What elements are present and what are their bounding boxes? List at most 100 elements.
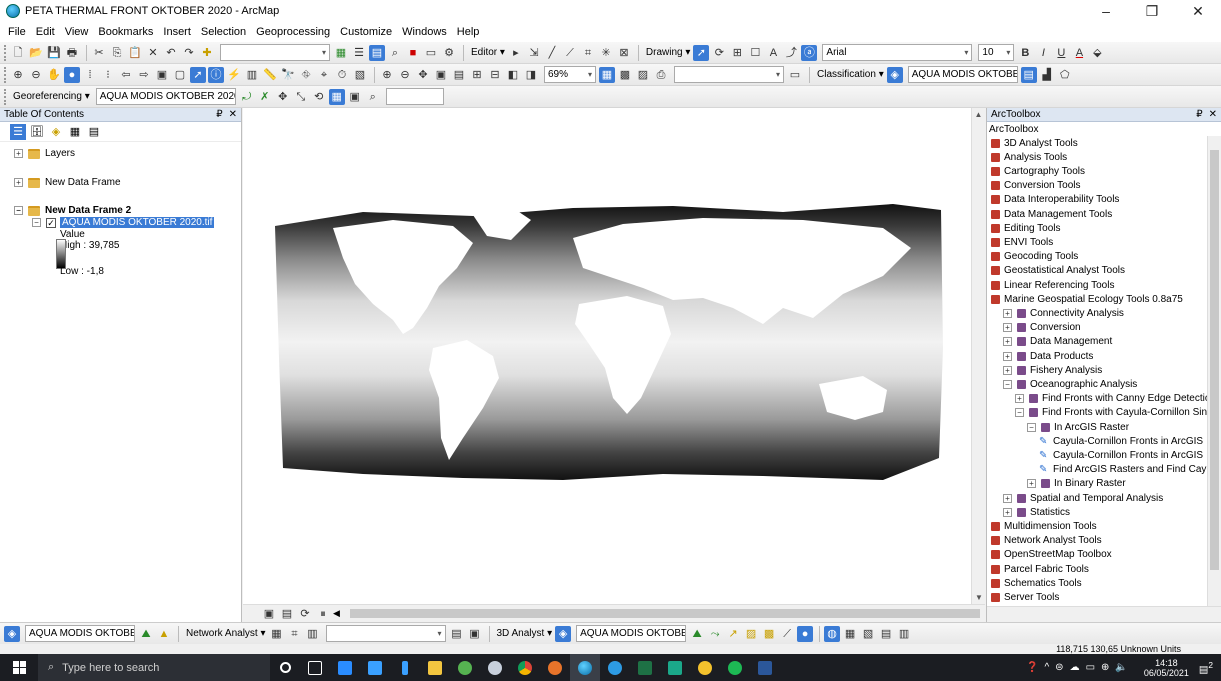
fixed-zoom-in-icon[interactable]: ⁞ [82, 67, 98, 83]
toc-item-layers[interactable]: + Layers [14, 148, 75, 159]
power-icon[interactable] [390, 654, 420, 681]
select-elements-icon[interactable]: ➚ [693, 44, 710, 61]
map-vertical-scrollbar[interactable]: ▲ ▼ [971, 108, 985, 604]
edit-tool-icon[interactable]: ▸ [508, 45, 524, 61]
pan-icon[interactable]: ✋ [46, 67, 62, 83]
layout-view-icon[interactable]: ▤ [279, 606, 295, 622]
menu-view[interactable]: View [65, 26, 89, 38]
toolbox-item[interactable]: Data Interoperability Tools [991, 193, 1119, 207]
map-display[interactable] [243, 108, 971, 604]
classification-layer-combo[interactable]: AQUA MODIS OKTOBER 2C▾ [907, 66, 1018, 83]
print-icon[interactable]: 🖶 [64, 45, 80, 61]
toc-pin-icon[interactable]: ₽ [216, 109, 222, 120]
notifications-icon[interactable]: ▤2 [1199, 660, 1213, 675]
expand-icon[interactable]: + [1003, 323, 1012, 333]
toolbox-item[interactable]: + Fishery Analysis [1003, 363, 1102, 377]
menu-customize[interactable]: Customize [340, 26, 392, 38]
maximize-button[interactable]: ❐ [1129, 3, 1175, 20]
steam-icon[interactable] [480, 654, 510, 681]
steepest-path-icon[interactable]: ⤳ [707, 626, 723, 642]
toolbox-item[interactable]: + Data Products [1003, 349, 1093, 363]
toolbox-item[interactable]: + Conversion [1003, 321, 1081, 335]
trace-icon[interactable]: ⟋ [562, 45, 578, 61]
georef-layer-combo[interactable]: AQUA MODIS OKTOBER 2020.t▾ [95, 88, 236, 105]
scroll-down-icon[interactable]: ▼ [972, 593, 986, 602]
onedrive-icon[interactable]: ☁ [1070, 662, 1080, 673]
list-by-drawing-order-icon[interactable]: ☰ [10, 123, 26, 140]
layout-pan-icon[interactable]: ✥ [415, 67, 431, 83]
find-icon[interactable]: 🔭 [280, 67, 296, 83]
toolbox-item[interactable]: Data Management Tools [991, 207, 1112, 221]
file-explorer-icon[interactable] [420, 654, 450, 681]
arcmap-taskbar-icon[interactable] [570, 654, 600, 681]
toolbox-item[interactable]: Marine Geospatial Ecology Tools 0.8a75 [991, 292, 1183, 306]
toolbox-item[interactable]: + Spatial and Temporal Analysis [1003, 491, 1163, 505]
split-icon[interactable]: ⊠ [616, 45, 632, 61]
layout-fixed-out-icon[interactable]: ⊟ [487, 67, 503, 83]
collapse-icon[interactable]: − [1003, 379, 1012, 389]
font-size-combo[interactable]: 10 ▾ [978, 44, 1015, 61]
language-icon[interactable]: ⊕ [1101, 662, 1109, 673]
dropbox-icon[interactable] [330, 654, 360, 681]
rotate-icon[interactable]: ⟳ [711, 45, 727, 61]
training-sample-icon[interactable]: ▤ [1020, 66, 1037, 83]
find-route-icon[interactable]: ⛗ [298, 67, 314, 83]
toolbox-item[interactable]: Conversion Tools [991, 179, 1081, 193]
close-button[interactable]: ✕ [1175, 3, 1221, 20]
toolbox-horizontal-scrollbar[interactable] [987, 606, 1221, 622]
rectangle-icon[interactable]: ☐ [747, 45, 763, 61]
layout-zoom-out-icon[interactable]: ⊖ [397, 67, 413, 83]
toolbox-item[interactable]: ✎ Find ArcGIS Rasters and Find Cayu [1039, 463, 1212, 477]
fill-color-icon[interactable]: ⬙ [1089, 45, 1105, 61]
sketch-icon[interactable]: ✳ [598, 45, 614, 61]
chrome-icon[interactable] [510, 654, 540, 681]
menu-selection[interactable]: Selection [201, 26, 246, 38]
task-view-icon[interactable] [300, 654, 330, 681]
store-icon[interactable] [360, 654, 390, 681]
volume-icon[interactable]: 🔈 [1115, 662, 1127, 673]
create-viewer-icon[interactable]: ▧ [352, 67, 368, 83]
arcscene-icon[interactable]: ▩ [761, 626, 777, 642]
firefox-icon[interactable] [540, 654, 570, 681]
layer-combo-right[interactable]: AQUA MODIS OKTOBER 2C▾ [576, 625, 687, 642]
georeferencing-menu[interactable]: Georeferencing ▾ [13, 91, 90, 102]
network-layer-combo[interactable]: ▾ [325, 625, 446, 642]
zoom-in-icon[interactable]: ⊕ [10, 67, 26, 83]
new-document-icon[interactable]: 🗋 [10, 45, 26, 61]
time-slider-icon[interactable]: ⏱ [334, 67, 350, 83]
drawing-menu[interactable]: Drawing ▾ [646, 47, 690, 58]
list-by-selection-icon[interactable]: ▦ [67, 124, 83, 140]
zoom-whole-page-icon[interactable]: ⊞ [729, 45, 745, 61]
expand-icon[interactable]: + [1003, 337, 1012, 347]
add-control-points-icon[interactable]: ✗ [257, 89, 273, 105]
zoom-out-icon[interactable]: ⊖ [28, 67, 44, 83]
toolbar-grip[interactable] [4, 44, 7, 61]
toolbox-close-icon[interactable]: ✕ [1209, 109, 1217, 120]
expand-icon[interactable]: + [1003, 308, 1012, 318]
spotify-icon[interactable] [720, 654, 750, 681]
toolbox-item[interactable]: Server Tools [991, 590, 1059, 604]
toolbox-item[interactable]: Linear Referencing Tools [991, 278, 1114, 292]
menu-geoprocessing[interactable]: Geoprocessing [256, 26, 330, 38]
polygon-sample-icon[interactable]: ⬠ [1057, 67, 1073, 83]
expand-icon[interactable]: + [1003, 351, 1012, 361]
collapse-icon[interactable]: − [1015, 408, 1024, 418]
layer-name[interactable]: AQUA MODIS OKTOBER 2020.tif [60, 217, 215, 228]
toolbox-item[interactable]: Multidimension Tools [991, 519, 1097, 533]
rotate-raster-icon[interactable]: ⤾ [239, 89, 255, 105]
toolbox-item[interactable]: Geostatistical Analyst Tools [991, 264, 1125, 278]
expand-icon[interactable]: + [1003, 507, 1012, 517]
hyperlink-icon[interactable]: ⚡ [226, 67, 242, 83]
expand-icon[interactable]: + [1003, 365, 1012, 375]
yellow-app-icon[interactable] [690, 654, 720, 681]
help-icon[interactable]: ❓ [1026, 662, 1038, 673]
toolbox-item[interactable]: ✎ Cayula-Cornillon Fronts in ArcGIS [1039, 448, 1203, 462]
viewer-icon[interactable]: ▣ [347, 89, 363, 105]
toc-layer-aqua-modis[interactable]: − ✓ AQUA MODIS OKTOBER 2020.tif [32, 217, 215, 228]
layer-selector-combo[interactable]: ▾ [674, 66, 784, 83]
classification-options-icon[interactable]: ▭ [787, 67, 803, 83]
italic-button[interactable]: I [1035, 45, 1051, 61]
magnifier-icon[interactable]: ⌕ [365, 89, 381, 105]
font-color-button[interactable]: A [1071, 45, 1087, 61]
toc-close-icon[interactable]: ✕ [229, 109, 237, 120]
